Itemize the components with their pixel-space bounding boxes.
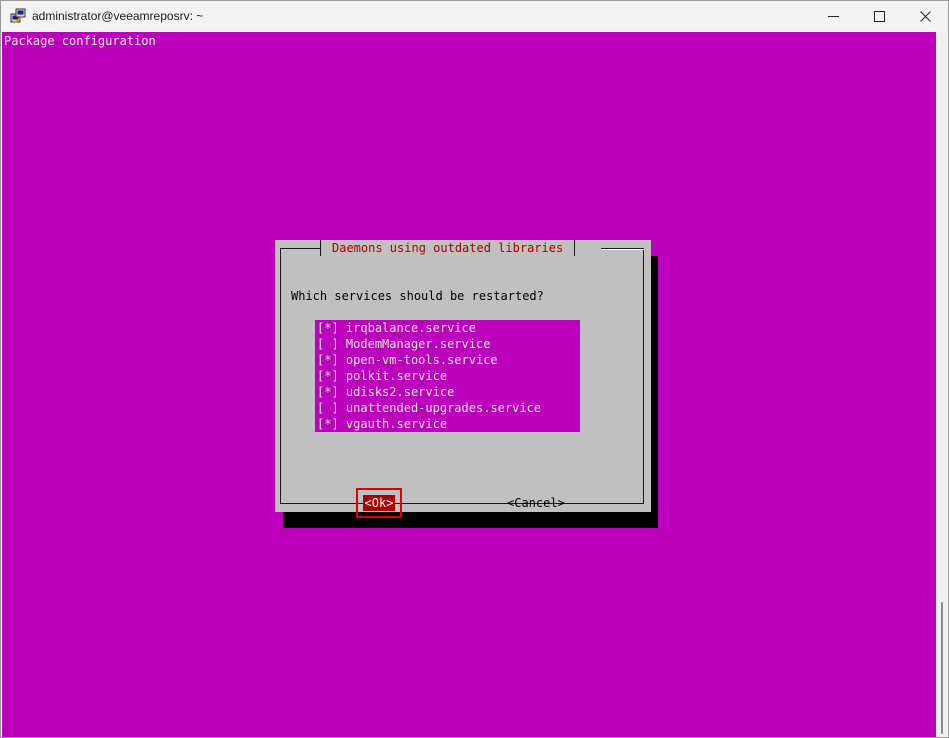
service-name: udisks2.service [345, 385, 455, 399]
checkbox[interactable]: [ ] [317, 401, 339, 415]
list-item[interactable]: [*] udisks2.service [317, 384, 454, 400]
service-name: vgauth.service [345, 417, 448, 431]
close-icon [919, 11, 931, 22]
dialog-frame-top-right-highlight [601, 249, 644, 250]
close-button[interactable] [902, 1, 948, 32]
restart-services-dialog: Daemons using outdated libraries Which s… [275, 240, 651, 518]
package-configuration-header: Package configuration [4, 34, 156, 48]
service-name: unattended-upgrades.service [345, 401, 541, 415]
checkbox[interactable]: [*] [317, 385, 339, 399]
dialog-question: Which services should be restarted? [291, 289, 544, 303]
list-item[interactable]: [*] open-vm-tools.service [317, 352, 498, 368]
list-item[interactable]: [*] irqbalance.service [317, 320, 476, 336]
list-item[interactable]: [*] polkit.service [317, 368, 447, 384]
dialog-title: Daemons using outdated libraries [320, 240, 576, 256]
service-name: irqbalance.service [345, 321, 476, 335]
checkbox[interactable]: [*] [317, 321, 339, 335]
list-item[interactable]: [*] vgauth.service [317, 416, 447, 432]
putty-icon[interactable] [10, 8, 26, 24]
service-name: ModemManager.service [345, 337, 491, 351]
service-name: polkit.service [345, 369, 448, 383]
checkbox[interactable]: [*] [317, 369, 339, 383]
vertical-scrollbar[interactable] [936, 32, 948, 737]
cancel-button[interactable]: <Cancel> [507, 495, 565, 511]
checkbox[interactable]: [*] [317, 417, 339, 431]
minimize-button[interactable] [810, 1, 856, 32]
list-item[interactable]: [ ] ModemManager.service [317, 336, 490, 352]
terminal-window: administrator@veeamreposrv: ~ Package co… [0, 0, 949, 738]
terminal-screen[interactable]: Package configuration Daemons using outd… [2, 32, 936, 737]
service-name: open-vm-tools.service [345, 353, 498, 367]
checkbox[interactable]: [ ] [317, 337, 339, 351]
ok-button[interactable]: <Ok> [363, 495, 395, 511]
list-item[interactable]: [ ] unattended-upgrades.service [317, 400, 541, 416]
maximize-icon [873, 11, 885, 22]
window-title: administrator@veeamreposrv: ~ [32, 9, 204, 23]
title-bar[interactable]: administrator@veeamreposrv: ~ [1, 1, 948, 32]
checkbox[interactable]: [*] [317, 353, 339, 367]
minimize-icon [827, 16, 839, 17]
maximize-button[interactable] [856, 1, 902, 32]
dialog-frame-top-left [280, 248, 320, 249]
scrollbar-thumb[interactable] [941, 602, 943, 734]
services-checklist[interactable]: [*] irqbalance.service [ ] ModemManager.… [315, 320, 580, 432]
